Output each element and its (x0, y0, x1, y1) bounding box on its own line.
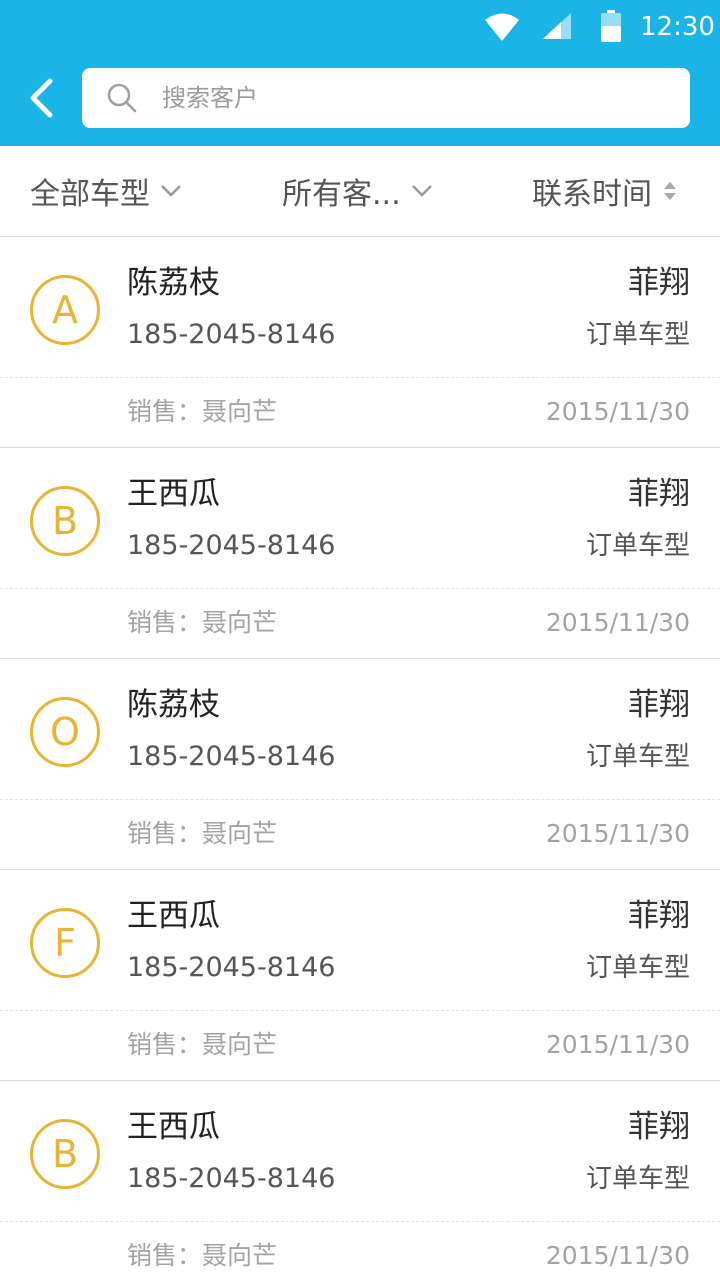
customer-phone: 185-2045-8146 (127, 1163, 336, 1194)
customer-name: 陈荔枝 (127, 687, 220, 723)
sales-label: 销售： (127, 608, 203, 637)
sales-label: 销售： (127, 1030, 203, 1059)
chevron-left-icon (30, 78, 53, 118)
customer-name: 陈荔枝 (127, 265, 220, 301)
customer-list-screen: 12:30 全部车型 所有客... (0, 0, 720, 1280)
avatar: A (30, 275, 100, 345)
filter-customer-type[interactable]: 所有客... (282, 146, 433, 236)
order-type-label: 订单车型 (585, 742, 690, 772)
item-divider (0, 1221, 720, 1222)
order-type-label: 订单车型 (585, 1164, 690, 1194)
avatar: O (30, 697, 100, 767)
filter-car-type-label: 全部车型 (30, 177, 150, 212)
chevron-down-icon (411, 185, 432, 197)
customer-item[interactable]: O 陈荔枝 185-2045-8146 菲翔 订单车型 销售：聂向芒 2015/… (0, 659, 720, 870)
app-header: 12:30 (0, 0, 720, 146)
customer-brand: 菲翔 (628, 898, 690, 934)
sort-icon (664, 182, 676, 200)
back-button[interactable] (18, 74, 64, 122)
sales-name: 聂向芒 (202, 1241, 278, 1270)
customer-name: 王西瓜 (127, 898, 220, 934)
chevron-down-icon (161, 185, 181, 197)
contact-date: 2015/11/30 (545, 819, 690, 848)
customer-item[interactable]: B 王西瓜 185-2045-8146 菲翔 订单车型 销售：聂向芒 2015/… (0, 1081, 720, 1280)
order-type-label: 订单车型 (585, 320, 690, 350)
sales-info: 销售：聂向芒 (127, 606, 277, 640)
order-type-label: 订单车型 (585, 953, 690, 983)
sales-name: 聂向芒 (202, 397, 278, 426)
contact-date: 2015/11/30 (545, 1241, 690, 1270)
contact-date: 2015/11/30 (545, 1030, 690, 1059)
filter-customer-type-label: 所有客... (282, 177, 401, 212)
item-divider (0, 588, 720, 589)
sales-info: 销售：聂向芒 (127, 1239, 277, 1273)
customer-item[interactable]: B 王西瓜 185-2045-8146 菲翔 订单车型 销售：聂向芒 2015/… (0, 448, 720, 659)
sales-name: 聂向芒 (202, 608, 278, 637)
sales-info: 销售：聂向芒 (127, 817, 277, 851)
customer-brand: 菲翔 (628, 687, 690, 723)
customer-phone: 185-2045-8146 (127, 530, 336, 561)
customer-item[interactable]: A 陈荔枝 185-2045-8146 菲翔 订单车型 销售：聂向芒 2015/… (0, 237, 720, 448)
sales-info: 销售：聂向芒 (127, 395, 277, 429)
sales-name: 聂向芒 (202, 819, 278, 848)
status-bar: 12:30 (0, 0, 720, 54)
customer-brand: 菲翔 (628, 476, 690, 512)
avatar: B (30, 1119, 100, 1189)
sales-label: 销售： (127, 819, 203, 848)
search-icon (107, 83, 137, 113)
customer-name: 王西瓜 (127, 1109, 220, 1145)
contact-date: 2015/11/30 (545, 397, 690, 426)
customer-item[interactable]: F 王西瓜 185-2045-8146 菲翔 订单车型 销售：聂向芒 2015/… (0, 870, 720, 1081)
customer-phone: 185-2045-8146 (127, 741, 336, 772)
item-divider (0, 1010, 720, 1011)
avatar: F (30, 908, 100, 978)
sales-info: 销售：聂向芒 (127, 1028, 277, 1062)
customer-name: 王西瓜 (127, 476, 220, 512)
avatar: B (30, 486, 100, 556)
filter-car-type[interactable]: 全部车型 (30, 146, 182, 236)
customer-brand: 菲翔 (628, 1109, 690, 1145)
sales-label: 销售： (127, 1241, 203, 1270)
sort-contact-time[interactable]: 联系时间 (532, 146, 678, 236)
customer-phone: 185-2045-8146 (127, 319, 336, 350)
filter-bar: 全部车型 所有客... 联系时间 (0, 146, 720, 237)
search-box[interactable] (82, 68, 690, 128)
wifi-icon (485, 13, 519, 41)
customer-list: A 陈荔枝 185-2045-8146 菲翔 订单车型 销售：聂向芒 2015/… (0, 237, 720, 1280)
search-input[interactable] (162, 78, 672, 118)
customer-brand: 菲翔 (628, 265, 690, 301)
status-time: 12:30 (640, 12, 715, 42)
sales-name: 聂向芒 (202, 1030, 278, 1059)
signal-icon (543, 13, 571, 39)
sales-label: 销售： (127, 397, 203, 426)
contact-date: 2015/11/30 (545, 608, 690, 637)
customer-phone: 185-2045-8146 (127, 952, 336, 983)
order-type-label: 订单车型 (585, 531, 690, 561)
item-divider (0, 799, 720, 800)
battery-icon (601, 10, 621, 42)
sort-contact-time-label: 联系时间 (532, 177, 652, 212)
item-divider (0, 377, 720, 378)
